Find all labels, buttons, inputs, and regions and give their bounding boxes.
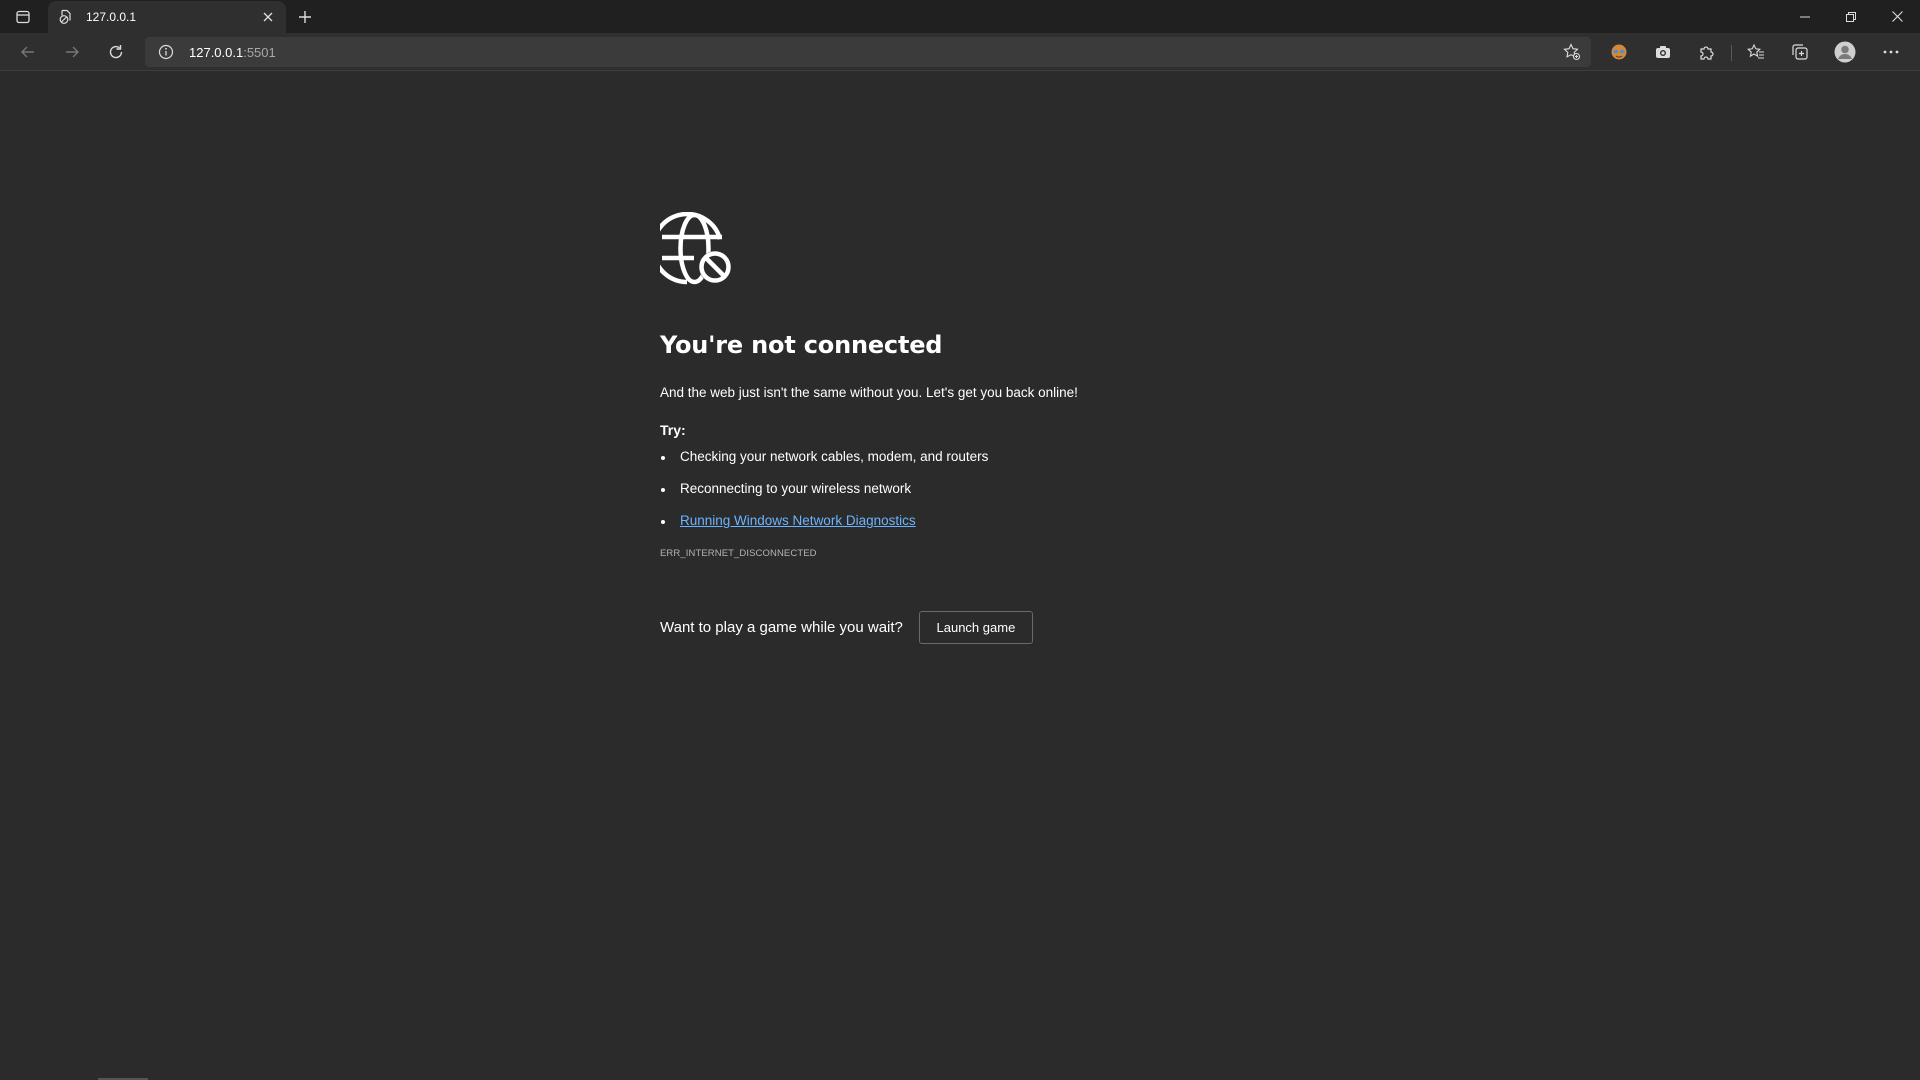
error-page: You're not connected And the web just is…	[650, 211, 1360, 644]
collections-icon[interactable]	[1786, 38, 1814, 66]
close-icon[interactable]	[258, 7, 278, 27]
window-controls	[1782, 0, 1920, 33]
offline-page-icon	[58, 9, 74, 25]
error-code: ERR_INTERNET_DISCONNECTED	[660, 548, 817, 559]
game-prompt-row: Want to play a game while you wait? Laun…	[660, 611, 1360, 644]
list-item-diagnostics: Running Windows Network Diagnostics	[660, 511, 1360, 543]
url-host: 127.0.0.1	[189, 44, 244, 60]
tab-title: 127.0.0.1	[86, 10, 137, 24]
add-favorite-icon[interactable]	[1563, 43, 1581, 61]
try-label: Try:	[660, 422, 686, 438]
tab-actions-icon[interactable]	[10, 4, 36, 30]
minimize-icon[interactable]	[1782, 0, 1828, 33]
info-icon[interactable]	[157, 43, 175, 61]
lead-text: And the web just isn't the same without …	[660, 385, 1078, 400]
diagnostics-link[interactable]: Running Windows Network Diagnostics	[680, 513, 916, 528]
suggestion-list: Checking your network cables, modem, and…	[660, 447, 1360, 543]
address-bar[interactable]: 127.0.0.1:5501	[145, 37, 1591, 67]
browser-toolbar: 127.0.0.1:5501	[0, 33, 1920, 71]
plus-icon[interactable]	[292, 4, 318, 30]
list-item: Checking your network cables, modem, and…	[660, 447, 1360, 479]
page-title: You're not connected	[660, 331, 943, 359]
favorites-icon[interactable]	[1742, 38, 1770, 66]
profile-icon[interactable]	[1831, 38, 1859, 66]
forward-arrow-icon[interactable]	[58, 38, 86, 66]
url-text[interactable]: 127.0.0.1:5501	[189, 45, 276, 60]
refresh-icon[interactable]	[102, 38, 130, 66]
toolbar-separator	[1731, 45, 1732, 61]
restore-icon[interactable]	[1828, 0, 1874, 33]
globe-blocked-icon	[650, 211, 734, 286]
url-port: :5501	[243, 44, 276, 60]
list-item: Reconnecting to your wireless network	[660, 479, 1360, 511]
tab-strip: 127.0.0.1	[0, 0, 1920, 33]
extension-avatar-icon[interactable]	[1605, 38, 1633, 66]
puzzle-icon[interactable]	[1693, 38, 1721, 66]
game-prompt: Want to play a game while you wait?	[660, 619, 903, 636]
active-tab[interactable]: 127.0.0.1	[48, 1, 286, 33]
launch-game-button[interactable]: Launch game	[918, 611, 1033, 644]
more-icon[interactable]	[1877, 38, 1905, 66]
back-arrow-icon[interactable]	[14, 38, 42, 66]
close-window-icon[interactable]	[1874, 0, 1920, 33]
camera-icon[interactable]	[1649, 38, 1677, 66]
